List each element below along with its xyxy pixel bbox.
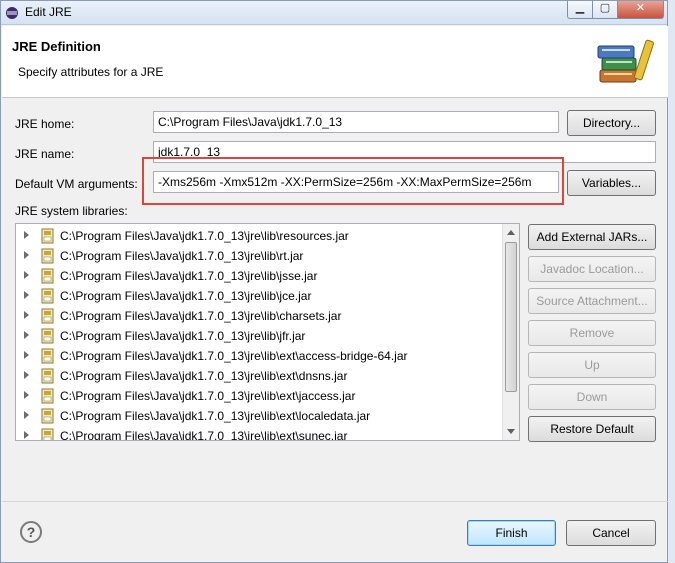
expand-arrow-icon[interactable] [24,291,29,299]
library-row[interactable]: C:\Program Files\Java\jdk1.7.0_13\jre\li… [16,226,506,246]
expand-arrow-icon[interactable] [24,251,29,259]
remove-button[interactable]: Remove [528,320,656,346]
expand-arrow-icon[interactable] [24,311,29,319]
close-button[interactable]: ✕ [617,1,664,19]
help-icon[interactable]: ? [20,521,42,543]
books-icon [597,39,654,83]
javadoc-location-button[interactable]: Javadoc Location... [528,256,656,282]
variables-button[interactable]: Variables... [567,170,656,196]
jre-name-field[interactable]: jdk1.7.0_13 [153,141,656,163]
libraries-scrollbar[interactable] [502,224,519,440]
library-path: C:\Program Files\Java\jdk1.7.0_13\jre\li… [60,429,348,441]
library-row[interactable]: C:\Program Files\Java\jdk1.7.0_13\jre\li… [16,326,506,346]
vm-arguments-field[interactable]: -Xms256m -Xmx512m -XX:PermSize=256m -XX:… [153,171,559,193]
vm-arguments-label: Default VM arguments: [15,177,138,191]
library-path: C:\Program Files\Java\jdk1.7.0_13\jre\li… [60,229,349,243]
jar-file-icon [41,328,54,344]
expand-arrow-icon[interactable] [24,231,29,239]
library-row[interactable]: C:\Program Files\Java\jdk1.7.0_13\jre\li… [16,366,506,386]
down-button[interactable]: Down [528,384,656,410]
footer-separator [2,501,668,502]
library-path: C:\Program Files\Java\jdk1.7.0_13\jre\li… [60,389,356,403]
source-attachment-button[interactable]: Source Attachment... [528,288,656,314]
jre-home-label: JRE home: [15,117,75,131]
expand-arrow-icon[interactable] [24,351,29,359]
scroll-thumb[interactable] [505,242,517,392]
edit-jre-dialog: Edit JRE ▁ ▢ ✕ JRE Definition Specify at… [0,0,668,563]
library-path: C:\Program Files\Java\jdk1.7.0_13\jre\li… [60,369,348,383]
library-path: C:\Program Files\Java\jdk1.7.0_13\jre\li… [60,249,304,263]
add-external-jars-button[interactable]: Add External JARs... [528,224,656,250]
jar-file-icon [41,308,54,324]
library-row[interactable]: C:\Program Files\Java\jdk1.7.0_13\jre\li… [16,346,506,366]
library-path: C:\Program Files\Java\jdk1.7.0_13\jre\li… [60,409,371,423]
directory-button[interactable]: Directory... [567,110,656,136]
scroll-up-arrow-icon[interactable] [507,230,515,235]
minimize-button[interactable]: ▁ [567,1,593,19]
expand-arrow-icon[interactable] [24,371,29,379]
expand-arrow-icon[interactable] [24,331,29,339]
window-title: Edit JRE [25,5,72,19]
expand-arrow-icon[interactable] [24,271,29,279]
up-button[interactable]: Up [528,352,656,378]
library-row[interactable]: C:\Program Files\Java\jdk1.7.0_13\jre\li… [16,306,506,326]
system-libraries-label: JRE system libraries: [15,204,128,218]
library-row[interactable]: C:\Program Files\Java\jdk1.7.0_13\jre\li… [16,266,506,286]
expand-arrow-icon[interactable] [24,431,29,439]
library-row[interactable]: C:\Program Files\Java\jdk1.7.0_13\jre\li… [16,426,506,441]
library-path: C:\Program Files\Java\jdk1.7.0_13\jre\li… [60,309,342,323]
library-path: C:\Program Files\Java\jdk1.7.0_13\jre\li… [60,269,318,283]
jar-file-icon [41,408,54,424]
maximize-button[interactable]: ▢ [592,1,618,19]
library-path: C:\Program Files\Java\jdk1.7.0_13\jre\li… [60,289,312,303]
jar-file-icon [41,228,54,244]
title-bar: Edit JRE ▁ ▢ ✕ [1,1,667,25]
jar-file-icon [41,348,54,364]
jar-file-icon [41,288,54,304]
libraries-tree[interactable]: C:\Program Files\Java\jdk1.7.0_13\jre\li… [15,223,520,441]
library-path: C:\Program Files\Java\jdk1.7.0_13\jre\li… [60,349,408,363]
jar-file-icon [41,248,54,264]
jre-home-field[interactable]: C:\Program Files\Java\jdk1.7.0_13 [153,111,559,133]
jar-file-icon [41,368,54,384]
header-description: Specify attributes for a JRE [18,65,164,79]
eclipse-window-icon [6,7,18,19]
library-row[interactable]: C:\Program Files\Java\jdk1.7.0_13\jre\li… [16,406,506,426]
cancel-button[interactable]: Cancel [566,520,656,546]
expand-arrow-icon[interactable] [24,411,29,419]
jre-name-label: JRE name: [15,147,75,161]
expand-arrow-icon[interactable] [24,391,29,399]
jar-file-icon [41,388,54,404]
library-path: C:\Program Files\Java\jdk1.7.0_13\jre\li… [60,329,306,343]
jar-file-icon [41,268,54,284]
header-title: JRE Definition [12,39,101,54]
dialog-header: JRE Definition Specify attributes for a … [2,26,668,98]
finish-button[interactable]: Finish [467,520,556,546]
scroll-down-arrow-icon[interactable] [507,429,515,434]
restore-default-button[interactable]: Restore Default [528,416,656,442]
library-row[interactable]: C:\Program Files\Java\jdk1.7.0_13\jre\li… [16,386,506,406]
jar-file-icon [41,428,54,440]
library-row[interactable]: C:\Program Files\Java\jdk1.7.0_13\jre\li… [16,286,506,306]
library-row[interactable]: C:\Program Files\Java\jdk1.7.0_13\jre\li… [16,246,506,266]
